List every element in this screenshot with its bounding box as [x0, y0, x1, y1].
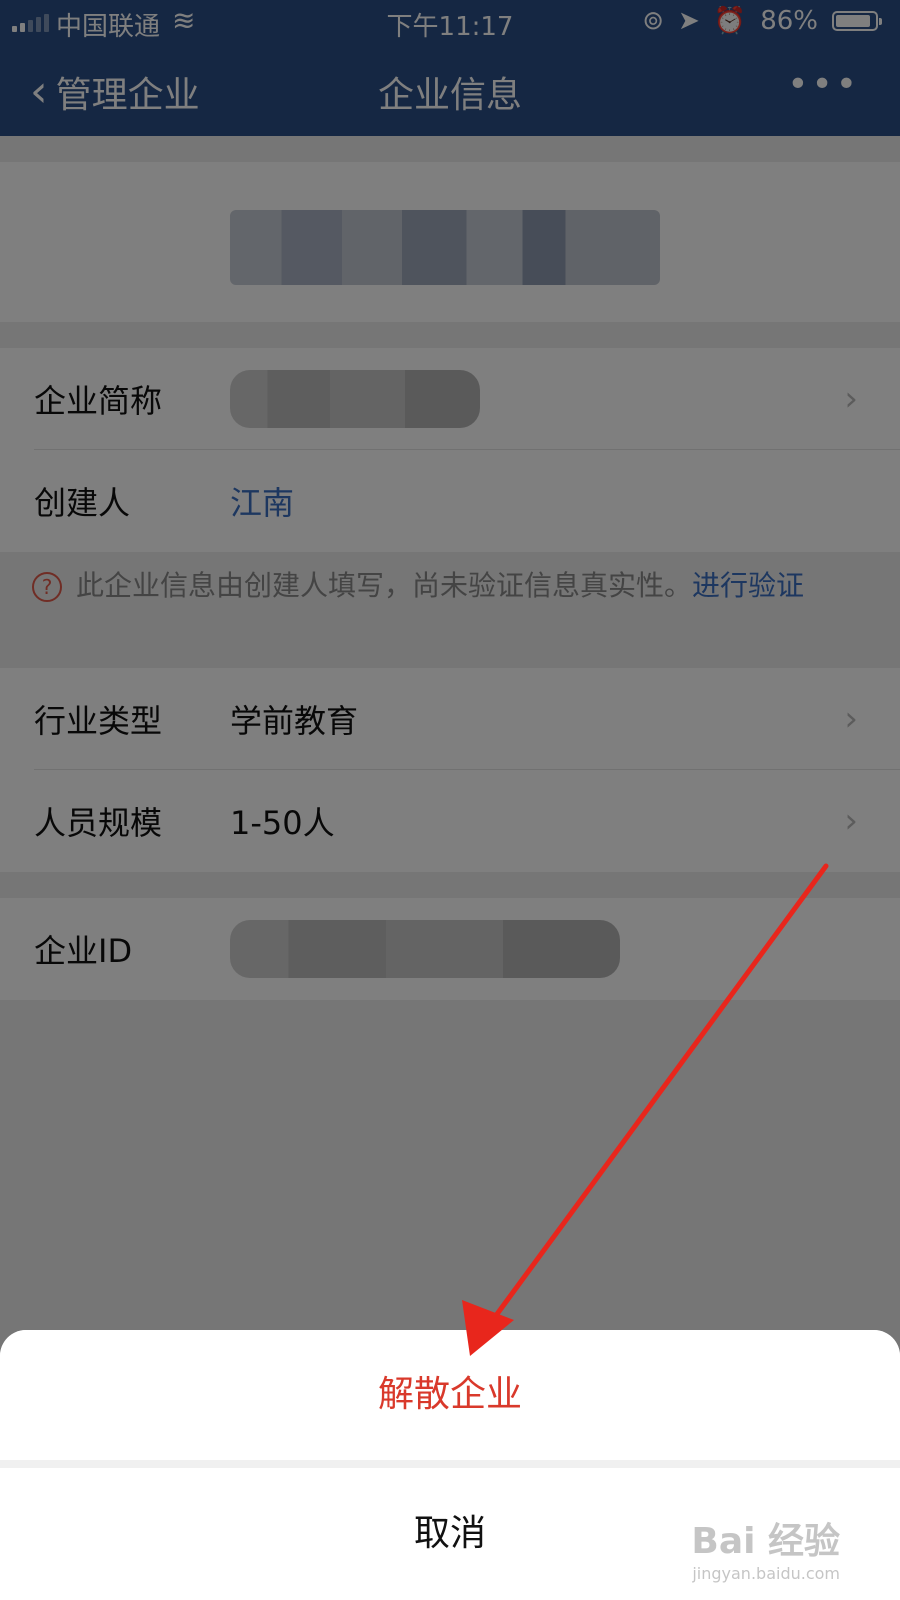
dissolve-enterprise-button[interactable]: 解散企业 — [0, 1330, 900, 1460]
watermark-url: jingyan.baidu.com — [692, 1564, 840, 1583]
watermark: Bai 经验 jingyan.baidu.com — [691, 1512, 840, 1583]
watermark-logo: Bai 经验 — [691, 1521, 840, 1562]
